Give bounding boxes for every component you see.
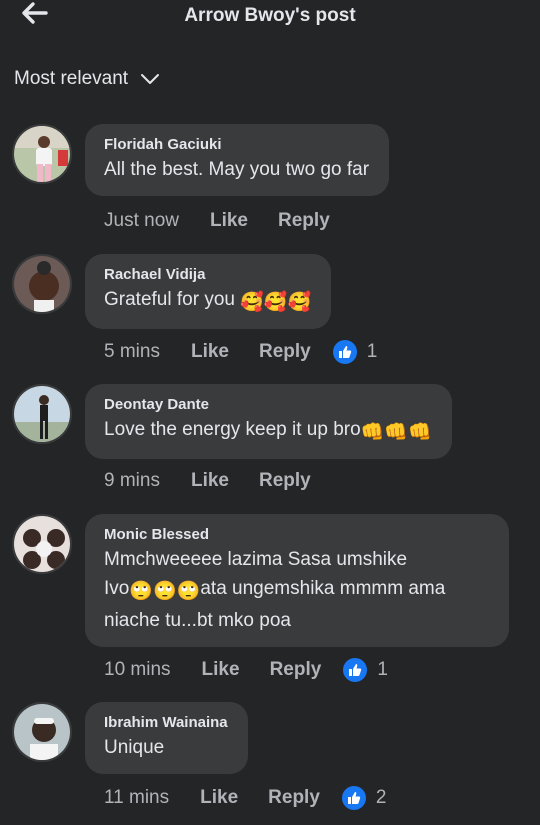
thumbs-up-icon <box>332 340 357 364</box>
avatar[interactable] <box>12 702 72 762</box>
comment-actions: 11 mins Like Reply 2 <box>104 786 386 810</box>
like-button[interactable]: Like <box>191 470 229 492</box>
fist-emoji-icon: 👊👊👊 <box>360 422 432 443</box>
reply-button[interactable]: Reply <box>268 787 320 809</box>
reply-button[interactable]: Reply <box>270 659 322 681</box>
comment-time: 11 mins <box>104 787 170 808</box>
commenter-name[interactable]: Rachael Vidija <box>104 265 311 285</box>
reply-button[interactable]: Reply <box>278 210 330 232</box>
reaction-count: 1 <box>377 659 388 680</box>
reaction-count: 1 <box>366 341 378 362</box>
like-button[interactable]: Like <box>191 341 229 363</box>
reaction-summary[interactable]: 1 <box>343 658 388 682</box>
like-button[interactable]: Like <box>202 659 240 681</box>
comment-time: Just now <box>104 210 179 231</box>
comment-bubble: Floridah Gaciuki All the best. May you t… <box>85 124 390 196</box>
reaction-count: 2 <box>375 787 387 808</box>
reply-button[interactable]: Reply <box>259 341 311 363</box>
comment-actions: Just now Like Reply <box>104 210 330 232</box>
comment-actions: 10 mins Like Reply 1 <box>104 658 388 682</box>
reaction-summary[interactable]: 2 <box>341 786 387 810</box>
chevron-down-icon <box>141 74 160 84</box>
page-title: Arrow Bwoy's post <box>184 5 356 26</box>
commenter-name[interactable]: Floridah Gaciuki <box>104 135 369 155</box>
avatar[interactable] <box>12 514 72 574</box>
avatar[interactable] <box>12 254 72 314</box>
reply-button[interactable]: Reply <box>259 470 311 492</box>
like-button[interactable]: Like <box>210 210 248 232</box>
comment-time: 5 mins <box>104 341 160 362</box>
comment-time: 9 mins <box>104 470 160 491</box>
comment-text: Mmchweeeee lazima Sasa umshike Ivo🙄🙄🙄ata… <box>104 549 446 631</box>
comment-text: Love the energy keep it up bro👊👊👊 <box>104 415 432 447</box>
comment-text: Unique <box>104 737 165 758</box>
comment-bubble: Ibrahim Wainaina Unique <box>85 702 248 774</box>
sort-dropdown[interactable]: Most relevant <box>14 68 160 90</box>
comment-bubble: Monic Blessed Mmchweeeee lazima Sasa ums… <box>85 514 509 647</box>
top-bar: Arrow Bwoy's post <box>0 0 540 34</box>
comment-time: 10 mins <box>104 659 171 680</box>
smiling-hearts-emoji-icon: 🥰🥰🥰 <box>240 292 312 313</box>
avatar[interactable] <box>12 384 72 444</box>
commenter-name[interactable]: Ibrahim Wainaina <box>104 713 228 733</box>
commenter-name[interactable]: Deontay Dante <box>104 395 432 415</box>
like-button[interactable]: Like <box>200 787 238 809</box>
reaction-summary[interactable]: 1 <box>332 340 378 364</box>
comment-bubble: Deontay Dante Love the energy keep it up… <box>85 384 452 459</box>
comment-actions: 9 mins Like Reply <box>104 470 311 492</box>
sort-label: Most relevant <box>14 68 129 89</box>
comment-text: All the best. May you two go far <box>104 159 370 180</box>
commenter-name[interactable]: Monic Blessed <box>104 525 489 545</box>
thumbs-up-icon <box>343 658 368 682</box>
eye-roll-emoji-icon: 🙄🙄🙄 <box>129 581 201 602</box>
thumbs-up-icon <box>341 786 366 810</box>
comment-bubble: Rachael Vidija Grateful for you 🥰🥰🥰 <box>85 254 332 329</box>
comment-actions: 5 mins Like Reply 1 <box>104 340 377 364</box>
comment-text: Grateful for you 🥰🥰🥰 <box>104 285 311 317</box>
avatar[interactable] <box>12 124 72 184</box>
